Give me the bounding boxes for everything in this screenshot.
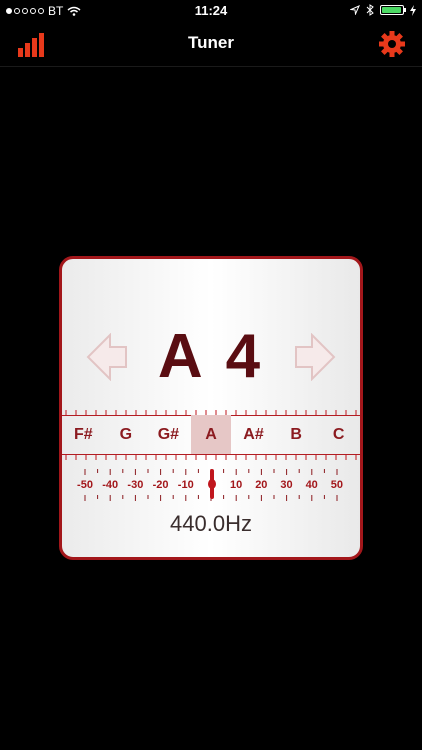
cents-label: 40	[305, 479, 318, 491]
cents-label: -10	[177, 479, 194, 491]
note-b[interactable]: B	[276, 415, 316, 455]
cents-label: 10	[230, 479, 243, 491]
cents-label: 50	[330, 479, 343, 491]
tuning-needle-dot	[208, 479, 216, 489]
next-note-button[interactable]	[294, 332, 336, 382]
note-strip: F# G G# A A# B C	[62, 407, 360, 463]
cents-label: -40	[102, 479, 119, 491]
note-f-sharp[interactable]: F#	[63, 415, 103, 455]
cents-label: -30	[127, 479, 144, 491]
note-a[interactable]: A	[190, 415, 231, 455]
settings-button[interactable]	[378, 30, 408, 60]
bluetooth-icon	[366, 4, 374, 16]
status-right	[350, 4, 416, 16]
note-c[interactable]: C	[319, 415, 359, 455]
frequency-readout: 440.0Hz	[170, 511, 252, 536]
battery-level	[382, 7, 401, 13]
location-icon	[350, 5, 360, 15]
charging-icon	[410, 4, 416, 16]
cents-label: -50	[77, 479, 93, 491]
arrow-right-icon	[295, 332, 336, 382]
page-title: Tuner	[188, 33, 234, 52]
note-g[interactable]: G	[106, 415, 146, 455]
status-bar: BT 11:24	[0, 0, 422, 22]
note-list: F# G G# A A# B C	[62, 415, 360, 455]
note-g-sharp[interactable]: G#	[148, 415, 188, 455]
note-a-sharp[interactable]: A#	[234, 415, 274, 455]
cents-scale: -50 -40 -30 -20 -10 10 20 30 40 50	[62, 467, 360, 507]
cents-label: 30	[280, 479, 293, 491]
cents-label: -20	[152, 479, 169, 491]
navigation-bar: Tuner	[0, 22, 422, 67]
battery-icon	[380, 5, 406, 15]
cents-label: 20	[255, 479, 268, 491]
tuner-panel: A 4 F# G G# A A# B C -50 -40 -30 -20 -10 10 20 30 40 50…	[59, 256, 363, 560]
note-strip-bottom-ruler	[62, 454, 360, 460]
gear-icon	[379, 31, 405, 57]
